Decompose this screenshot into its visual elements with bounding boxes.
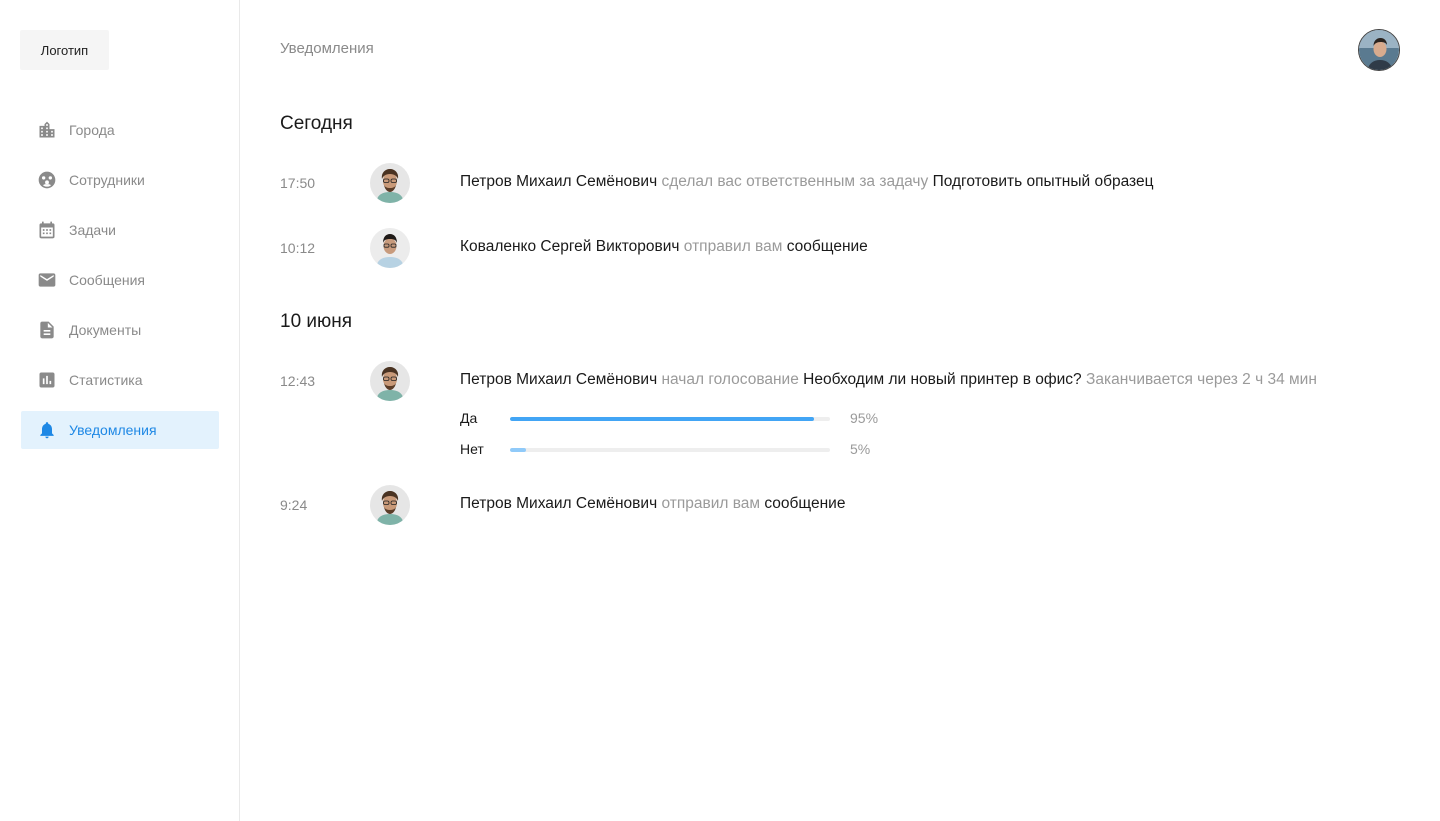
sidebar-item-label: Уведомления xyxy=(69,422,157,438)
poll-bar-fill xyxy=(510,448,526,452)
mail-icon xyxy=(37,270,57,290)
sidebar-item-label: Сообщения xyxy=(69,272,145,288)
author-avatar[interactable] xyxy=(370,228,410,268)
author-avatar[interactable] xyxy=(370,485,410,525)
sidebar-item-tasks[interactable]: Задачи xyxy=(21,211,219,249)
sidebar-item-label: Сотрудники xyxy=(69,172,145,188)
sidebar-item-documents[interactable]: Документы xyxy=(21,311,219,349)
notification-item: 9:24 Петров Михаил Семёнович отправил ва… xyxy=(280,485,1400,525)
group-title-june-10: 10 июня xyxy=(280,311,353,332)
poll-bar-track xyxy=(510,448,830,452)
poll-option-label: Да xyxy=(460,410,478,426)
notification-object-link[interactable]: Подготовить опытный образец xyxy=(933,173,1154,190)
notification-item: 12:43 Петров Михаил Семёнович начал голо… xyxy=(280,361,1400,401)
calendar-icon xyxy=(37,220,57,240)
sidebar-item-notifications[interactable]: Уведомления xyxy=(21,411,219,449)
notification-time: 17:50 xyxy=(280,175,316,191)
notification-object-link[interactable]: сообщение xyxy=(787,238,868,255)
author-avatar[interactable] xyxy=(370,361,410,401)
bell-icon xyxy=(37,420,57,440)
poll-bar-track xyxy=(510,417,830,421)
logo[interactable]: Логотип xyxy=(20,30,109,70)
notification-time: 10:12 xyxy=(280,240,316,256)
notification-action: начал голосование xyxy=(661,371,799,388)
sidebar-nav: Города Сотрудники Задачи Сообщения Докум… xyxy=(21,111,219,461)
poll-percent: 5% xyxy=(850,441,871,457)
author-name[interactable]: Петров Михаил Семёнович xyxy=(460,173,657,190)
notification-action: сделал вас ответственным за задачу xyxy=(661,173,929,190)
notification-item: 10:12 Коваленко Сергей Викторович отправ… xyxy=(280,228,1400,268)
notification-action: отправил вам xyxy=(661,495,761,512)
notification-action: отправил вам xyxy=(683,238,783,255)
notification-text: Петров Михаил Семёнович начал голосовани… xyxy=(460,371,1317,389)
notification-text: Петров Михаил Семёнович отправил вам соо… xyxy=(460,495,845,513)
author-name[interactable]: Петров Михаил Семёнович xyxy=(460,495,657,512)
notification-text: Коваленко Сергей Викторович отправил вам… xyxy=(460,238,868,256)
user-photo-icon xyxy=(1359,30,1399,70)
sidebar-item-cities[interactable]: Города xyxy=(21,111,219,149)
author-avatar[interactable] xyxy=(370,163,410,203)
document-icon xyxy=(37,320,57,340)
notification-object-link[interactable]: сообщение xyxy=(764,495,845,512)
sidebar: Логотип Города Сотрудники Задачи Сообщен… xyxy=(0,0,240,821)
poll-results: Да 95% Нет 5% xyxy=(460,410,900,472)
poll-question-link[interactable]: Необходим ли новый принтер в офис? xyxy=(803,371,1082,388)
user-photo-icon xyxy=(370,361,410,401)
user-photo-icon xyxy=(370,163,410,203)
notification-item: 17:50 Петров Михаил Семёнович сделал вас… xyxy=(280,163,1400,203)
app: Логотип Города Сотрудники Задачи Сообщен… xyxy=(0,0,1440,821)
poll-option-yes[interactable]: Да 95% xyxy=(460,410,900,441)
page-title: Уведомления xyxy=(280,40,374,57)
user-photo-icon xyxy=(370,228,410,268)
chart-icon xyxy=(37,370,57,390)
city-icon xyxy=(37,120,57,140)
sidebar-item-messages[interactable]: Сообщения xyxy=(21,261,219,299)
sidebar-item-employees[interactable]: Сотрудники xyxy=(21,161,219,199)
employees-icon xyxy=(37,170,57,190)
poll-bar-fill xyxy=(510,417,814,421)
poll-deadline: Заканчивается через 2 ч 34 мин xyxy=(1085,371,1317,388)
sidebar-item-label: Документы xyxy=(69,322,142,338)
sidebar-item-label: Статистика xyxy=(69,372,143,388)
notification-text: Петров Михаил Семёнович сделал вас ответ… xyxy=(460,173,1153,191)
notification-time: 12:43 xyxy=(280,373,316,389)
profile-avatar[interactable] xyxy=(1358,29,1400,71)
sidebar-item-label: Города xyxy=(69,122,115,138)
group-title-today: Сегодня xyxy=(280,113,353,134)
author-name[interactable]: Петров Михаил Семёнович xyxy=(460,371,657,388)
sidebar-item-label: Задачи xyxy=(69,222,117,238)
poll-option-label: Нет xyxy=(460,441,484,457)
sidebar-item-statistics[interactable]: Статистика xyxy=(21,361,219,399)
user-photo-icon xyxy=(370,485,410,525)
poll-option-no[interactable]: Нет 5% xyxy=(460,441,900,472)
notification-time: 9:24 xyxy=(280,497,308,513)
author-name[interactable]: Коваленко Сергей Викторович xyxy=(460,238,679,255)
poll-percent: 95% xyxy=(850,410,879,426)
